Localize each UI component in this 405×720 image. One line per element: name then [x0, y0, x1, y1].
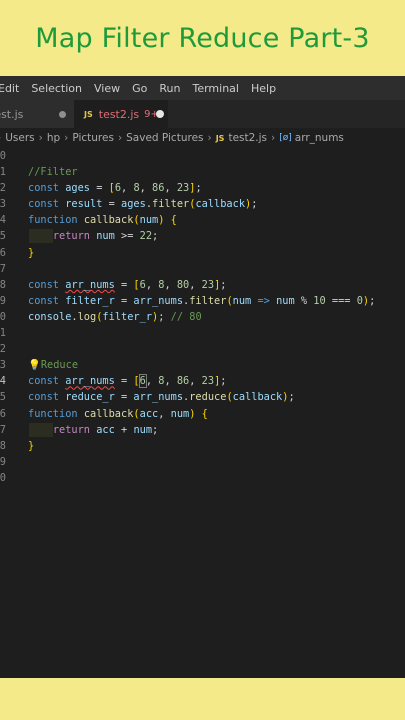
line-number: 6: [0, 407, 6, 420]
breadcrumb: › Users › hp › Pictures › Saved Pictures…: [0, 128, 405, 148]
menu-edit[interactable]: Edit: [0, 82, 19, 95]
line-number: 7: [0, 423, 6, 436]
editor-tab-bar: test.js JS test2.js 9+: [0, 100, 405, 128]
unsaved-dot-icon[interactable]: [156, 110, 164, 118]
code-text: }: [28, 439, 35, 452]
line-number: 8: [0, 439, 6, 452]
javascript-file-icon: JS: [84, 109, 93, 119]
code-text: console.log(filter_r); // 80: [28, 310, 202, 323]
code-text: const filter_r = arr_nums.filter(num => …: [28, 294, 376, 307]
code-text: const result = ages.filter(callback);: [28, 198, 258, 211]
code-text: function callback(num) {: [28, 214, 177, 227]
code-text: 💡Reduce: [28, 357, 78, 373]
chevron-right-icon: ›: [117, 132, 123, 144]
tab-test-js[interactable]: test.js: [0, 100, 74, 128]
code-line: 1 //Filter: [0, 164, 405, 180]
video-banner: Map Filter Reduce Part-3: [0, 0, 405, 76]
line-number: 4: [0, 375, 6, 388]
code-line: 5 return num >= 22;: [0, 228, 405, 244]
line-number: 2: [0, 343, 6, 356]
code-line: 8 const arr_nums = [6, 8, 80, 23];: [0, 277, 405, 293]
tab-test2-js[interactable]: JS test2.js 9+: [74, 100, 168, 128]
breadcrumb-saved-pictures[interactable]: Saved Pictures: [126, 132, 203, 144]
breadcrumb-hp[interactable]: hp: [47, 132, 60, 144]
menu-view[interactable]: View: [94, 82, 120, 95]
code-line: 4 const arr_nums = [6, 8, 86, 23];: [0, 373, 405, 389]
tab-label: test2.js: [98, 107, 140, 121]
code-line: 9 const filter_r = arr_nums.filter(num =>…: [0, 293, 405, 309]
menu-go[interactable]: Go: [132, 82, 147, 95]
bottom-banner: [0, 678, 405, 720]
code-line: 8}: [0, 438, 405, 454]
line-number: 9: [0, 455, 6, 468]
line-number: 0: [0, 471, 6, 484]
code-line: 1: [0, 325, 405, 341]
breadcrumb-users[interactable]: Users: [5, 132, 34, 144]
line-number: 2: [0, 182, 6, 195]
variable-symbol-icon: [ø]: [279, 133, 292, 143]
line-number: 3: [0, 359, 6, 372]
javascript-file-icon: JS: [215, 133, 225, 143]
breadcrumb-pictures[interactable]: Pictures: [72, 132, 114, 144]
code-text: return acc + num;: [52, 423, 159, 436]
code-text: const ages = [6, 8, 86, 23];: [28, 182, 202, 195]
chevron-right-icon: ›: [271, 132, 276, 144]
lightbulb-icon[interactable]: 💡: [28, 359, 41, 371]
line-number: 4: [0, 214, 6, 227]
code-text: return num >= 22;: [52, 230, 159, 243]
chevron-right-icon: ›: [64, 132, 69, 144]
code-line: 0 console.log(filter_r); // 80: [0, 309, 405, 325]
code-line: 6 function callback(acc, num) {: [0, 406, 405, 422]
line-number: 1: [0, 166, 6, 179]
line-number: 3: [0, 198, 6, 211]
breadcrumb-symbol[interactable]: arr_nums: [295, 132, 344, 144]
line-number: 7: [0, 262, 6, 275]
code-editor-window: Edit Selection View Go Run Terminal Help…: [0, 76, 405, 678]
code-text: const reduce_r = arr_nums.reduce(callbac…: [28, 391, 295, 404]
code-line: 2: [0, 341, 405, 357]
menu-help[interactable]: Help: [251, 82, 276, 95]
line-number: 5: [0, 391, 6, 404]
code-comment: // 80: [170, 310, 202, 323]
unsaved-dot-icon: [59, 111, 66, 118]
line-number: 8: [0, 278, 6, 291]
code-area[interactable]: 0 1 //Filter 2 const ages = [6, 8, 86, 23]…: [0, 148, 405, 486]
banner-title: Map Filter Reduce Part-3: [35, 22, 370, 54]
line-number: 1: [0, 327, 6, 340]
menu-run[interactable]: Run: [159, 82, 180, 95]
code-line: 2 const ages = [6, 8, 86, 23];: [0, 180, 405, 196]
code-comment: Reduce: [40, 359, 79, 372]
code-line: 9: [0, 454, 405, 470]
code-text: //Filter: [28, 166, 78, 179]
code-line: 3 💡Reduce: [0, 357, 405, 373]
code-line: 6}: [0, 245, 405, 261]
chevron-right-icon: ›: [38, 132, 43, 144]
code-text: function callback(acc, num) {: [28, 407, 208, 420]
chevron-right-icon: ›: [207, 132, 212, 144]
line-number: 9: [0, 294, 6, 307]
chevron-right-icon: ›: [0, 132, 1, 144]
code-line: 3 const result = ages.filter(callback);: [0, 196, 405, 212]
code-line: 0: [0, 148, 405, 164]
code-line: 0: [0, 470, 405, 486]
code-text: }: [28, 246, 35, 259]
code-line: 5 const reduce_r = arr_nums.reduce(callba…: [0, 389, 405, 405]
line-number: 6: [0, 246, 6, 259]
line-number: 0: [0, 310, 6, 323]
menu-selection[interactable]: Selection: [31, 82, 82, 95]
breadcrumb-file[interactable]: test2.js: [228, 132, 267, 144]
menu-terminal[interactable]: Terminal: [192, 82, 239, 95]
code-text: const arr_nums = [6, 8, 80, 23];: [28, 278, 227, 291]
menu-bar: Edit Selection View Go Run Terminal Help: [0, 76, 405, 100]
code-line: 4 function callback(num) {: [0, 212, 405, 228]
code-line: 7 return acc + num;: [0, 422, 405, 438]
tab-label: test.js: [0, 107, 24, 121]
code-text: const arr_nums = [6, 8, 86, 23];: [28, 374, 227, 389]
line-number: 0: [0, 150, 6, 162]
code-line: 7: [0, 261, 405, 277]
line-number: 5: [0, 230, 6, 243]
